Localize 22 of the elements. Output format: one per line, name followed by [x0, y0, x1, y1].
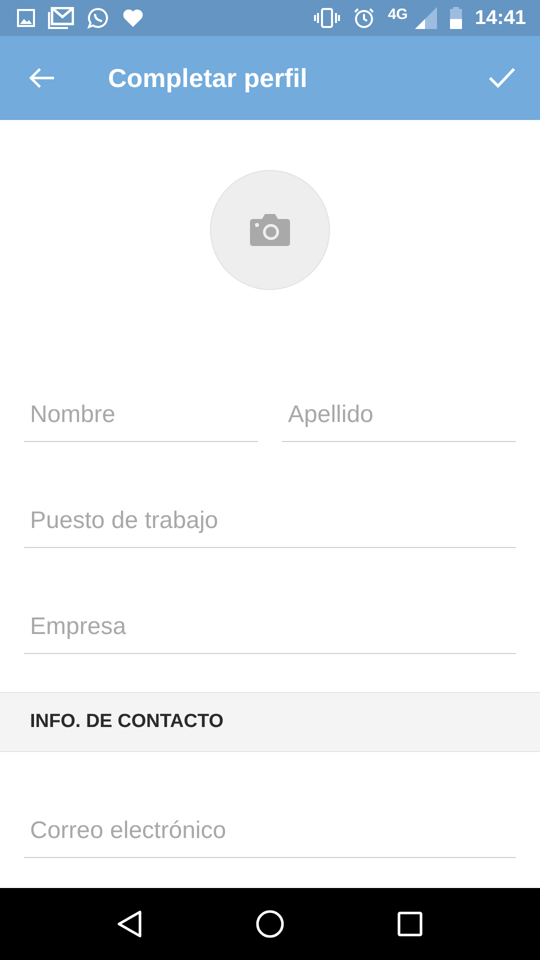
- mail-icon: [48, 7, 74, 29]
- input-field[interactable]: Empresa: [24, 601, 516, 654]
- battery-icon: [450, 7, 462, 29]
- input-field[interactable]: Correo electrónico: [24, 805, 516, 858]
- check-icon[interactable]: [488, 67, 516, 89]
- vibrate-icon: [314, 8, 340, 28]
- chat-icon: [87, 7, 109, 29]
- network-type: 4G: [388, 6, 408, 22]
- signal-icon: [414, 7, 437, 29]
- clock-time: 14:41: [474, 6, 526, 30]
- input-field[interactable]: Apellido: [282, 389, 516, 442]
- camera-icon: [250, 214, 290, 246]
- screen-title: Completar perfil: [108, 62, 308, 94]
- input-field[interactable]: Nombre: [24, 389, 258, 442]
- image-icon: [17, 9, 35, 27]
- heart-icon: [122, 8, 144, 28]
- section-title: INFO. DE CONTACTO: [30, 711, 224, 733]
- recents-icon[interactable]: [397, 911, 424, 937]
- input-field[interactable]: Puesto de trabajo: [24, 495, 516, 548]
- home-icon[interactable]: [256, 910, 284, 938]
- back-nav-icon[interactable]: [116, 910, 143, 938]
- alarm-icon: [352, 7, 375, 29]
